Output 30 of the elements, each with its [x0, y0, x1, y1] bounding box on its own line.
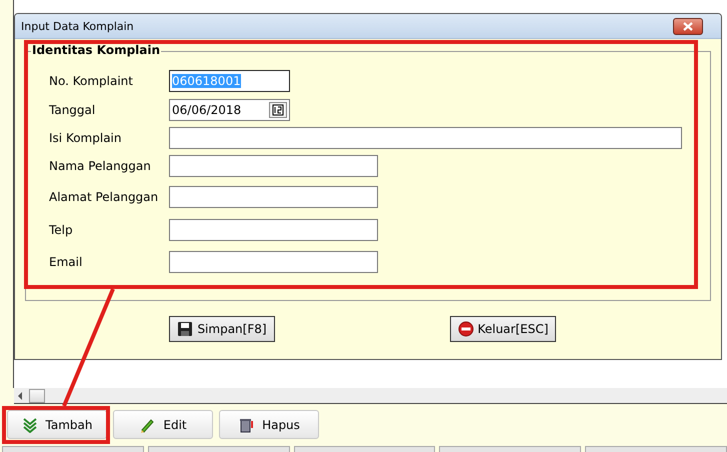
edit-button[interactable]: Edit — [113, 410, 213, 439]
field-label: Tanggal — [49, 103, 96, 117]
scroll-thumb[interactable] — [29, 388, 45, 402]
input-field[interactable] — [169, 155, 378, 177]
field-label: Isi Komplain — [49, 131, 122, 145]
field-label: Email — [49, 255, 84, 269]
window-title: Input Data Komplain — [21, 20, 134, 32]
delete-button[interactable]: Hapus — [219, 410, 319, 439]
double-chevron-down-icon — [22, 416, 38, 432]
close-button[interactable] — [673, 18, 703, 34]
stop-icon — [458, 321, 474, 337]
save-button[interactable]: Simpan[F8] — [169, 316, 275, 342]
exit-button[interactable]: Keluar[ESC] — [450, 316, 556, 342]
group-title: Identitas Komplain — [31, 43, 162, 57]
pencil-icon — [139, 416, 156, 432]
field-label: Telp — [49, 223, 74, 237]
close-icon — [683, 22, 693, 30]
input-field[interactable] — [169, 251, 378, 273]
input-field[interactable] — [169, 219, 378, 241]
field-label: Nama Pelanggan — [49, 159, 152, 173]
calendar-icon[interactable] — [269, 102, 287, 118]
left-arrow-icon[interactable] — [17, 392, 23, 400]
field-label: No. Komplaint — [49, 74, 134, 88]
text-field[interactable] — [169, 127, 682, 149]
field-label: Alamat Pelanggan — [49, 190, 160, 204]
horizontal-scrollbar[interactable] — [14, 388, 727, 404]
input-field[interactable] — [169, 186, 378, 208]
add-button[interactable]: Tambah — [7, 410, 107, 439]
date-field[interactable]: 06/06/2018 — [169, 99, 290, 121]
trash-icon — [238, 416, 254, 432]
